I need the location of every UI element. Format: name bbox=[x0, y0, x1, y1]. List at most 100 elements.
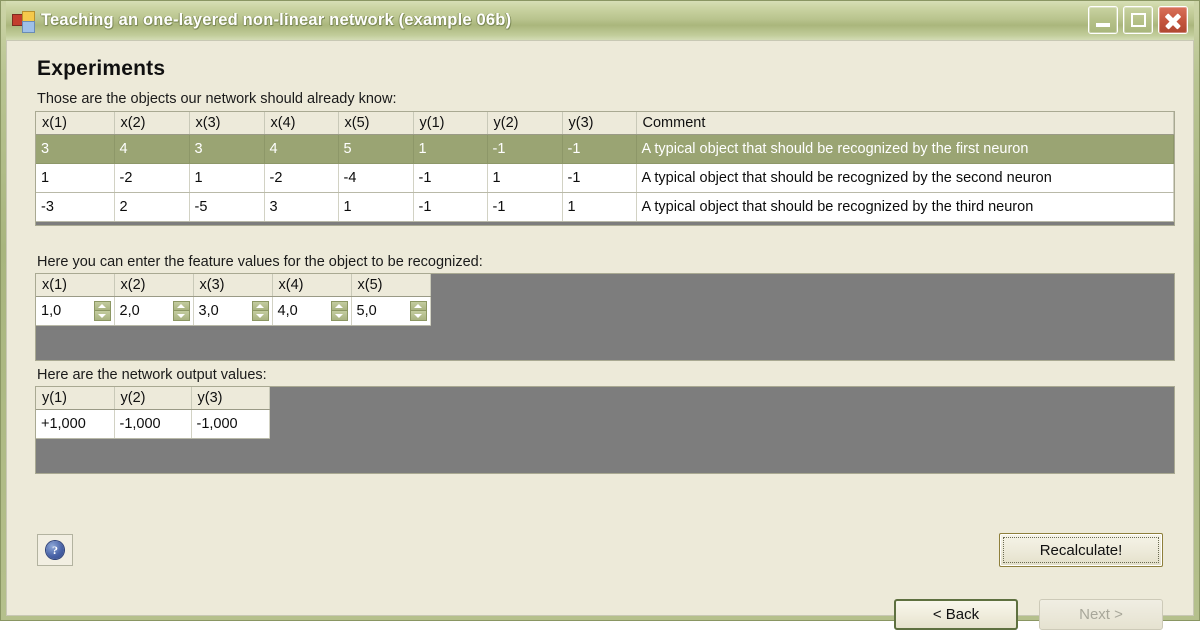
output-value-y2: -1,000 bbox=[114, 409, 192, 439]
table-row[interactable]: 1 -2 1 -2 -4 -1 1 -1 A typical object th… bbox=[36, 163, 1174, 193]
next-button: Next > bbox=[1039, 599, 1163, 630]
column-header[interactable]: x(1) bbox=[36, 112, 115, 135]
cell-x4: -2 bbox=[264, 163, 339, 193]
column-header[interactable]: x(2) bbox=[114, 112, 190, 135]
spinner-x4[interactable] bbox=[330, 301, 348, 321]
column-header[interactable]: x(1) bbox=[36, 274, 115, 297]
known-objects-label: Those are the objects our network should… bbox=[37, 91, 397, 107]
feature-input-x2[interactable]: 2,0 bbox=[114, 296, 194, 326]
column-header[interactable]: y(3) bbox=[562, 112, 637, 135]
cell-x5: 5 bbox=[338, 134, 414, 164]
cell-x5: 1 bbox=[338, 192, 414, 222]
title-bar[interactable]: Teaching an one-layered non-linear netwo… bbox=[6, 1, 1194, 40]
cell-x5: -4 bbox=[338, 163, 414, 193]
next-button-label: Next > bbox=[1079, 606, 1123, 623]
column-header[interactable]: x(4) bbox=[272, 274, 352, 297]
feature-value-x2: 2,0 bbox=[119, 303, 140, 319]
cell-x1: 1 bbox=[36, 163, 115, 193]
table-row[interactable]: +1,000 -1,000 -1,000 bbox=[36, 409, 270, 439]
table-header-row: y(1) y(2) y(3) bbox=[36, 387, 270, 410]
column-header[interactable]: y(2) bbox=[487, 112, 563, 135]
cell-x1: -3 bbox=[36, 192, 115, 222]
cell-y1: -1 bbox=[413, 163, 488, 193]
spinner-down-icon[interactable] bbox=[330, 311, 348, 321]
feature-values-table: x(1) x(2) x(3) x(4) x(5) 1,0 2,0 3,0 4,0… bbox=[36, 274, 431, 326]
spinner-up-icon[interactable] bbox=[330, 301, 348, 311]
maximize-icon bbox=[1131, 13, 1146, 27]
cell-y3: -1 bbox=[562, 134, 637, 164]
spinner-up-icon[interactable] bbox=[251, 301, 269, 311]
column-header[interactable]: y(2) bbox=[114, 387, 192, 410]
cell-comment: A typical object that should be recogniz… bbox=[636, 163, 1174, 193]
recalculate-button[interactable]: Recalculate! bbox=[999, 533, 1163, 567]
spinner-up-icon[interactable] bbox=[93, 301, 111, 311]
help-button[interactable]: ? bbox=[37, 534, 73, 566]
table-row[interactable]: 1,0 2,0 3,0 4,0 5,0 bbox=[36, 296, 431, 326]
cell-y1: -1 bbox=[413, 192, 488, 222]
output-values-grid[interactable]: y(1) y(2) y(3) +1,000 -1,000 -1,000 bbox=[35, 386, 1175, 474]
table-row[interactable]: 3 4 3 4 5 1 -1 -1 A typical object that … bbox=[36, 134, 1174, 164]
maximize-button[interactable] bbox=[1123, 6, 1153, 34]
column-header[interactable]: x(5) bbox=[351, 274, 431, 297]
column-header[interactable]: x(5) bbox=[338, 112, 414, 135]
spinner-down-icon[interactable] bbox=[93, 311, 111, 321]
spinner-down-icon[interactable] bbox=[172, 311, 190, 321]
column-header[interactable]: y(1) bbox=[36, 387, 115, 410]
spinner-down-icon[interactable] bbox=[251, 311, 269, 321]
page-title: Experiments bbox=[37, 57, 166, 80]
close-icon bbox=[1159, 7, 1187, 33]
feature-input-x3[interactable]: 3,0 bbox=[193, 296, 273, 326]
close-button[interactable] bbox=[1158, 6, 1188, 34]
cell-x4: 4 bbox=[264, 134, 339, 164]
cell-x3: 1 bbox=[189, 163, 265, 193]
feature-value-x1: 1,0 bbox=[41, 303, 62, 319]
table-header-row: x(1) x(2) x(3) x(4) x(5) y(1) y(2) y(3) … bbox=[36, 112, 1174, 135]
feature-values-grid[interactable]: x(1) x(2) x(3) x(4) x(5) 1,0 2,0 3,0 4,0… bbox=[35, 273, 1175, 361]
back-button-label: < Back bbox=[932, 606, 980, 623]
output-value-y1: +1,000 bbox=[36, 409, 115, 439]
cell-x3: 3 bbox=[189, 134, 265, 164]
known-objects-grid[interactable]: x(1) x(2) x(3) x(4) x(5) y(1) y(2) y(3) … bbox=[35, 111, 1175, 226]
minimize-button[interactable] bbox=[1088, 6, 1118, 34]
cell-x1: 3 bbox=[36, 134, 115, 164]
spinner-up-icon[interactable] bbox=[409, 301, 427, 311]
cell-y3: -1 bbox=[562, 163, 637, 193]
column-header[interactable]: y(1) bbox=[413, 112, 488, 135]
cell-y2: 1 bbox=[487, 163, 563, 193]
feature-input-x4[interactable]: 4,0 bbox=[272, 296, 352, 326]
cell-x2: 4 bbox=[114, 134, 190, 164]
column-header[interactable]: x(2) bbox=[114, 274, 194, 297]
column-header[interactable]: x(4) bbox=[264, 112, 339, 135]
spinner-x2[interactable] bbox=[172, 301, 190, 321]
cell-x4: 3 bbox=[264, 192, 339, 222]
feature-value-x4: 4,0 bbox=[277, 303, 298, 319]
help-question-icon: ? bbox=[46, 541, 64, 559]
cell-comment: A typical object that should be recogniz… bbox=[636, 192, 1174, 222]
feature-value-x5: 5,0 bbox=[356, 303, 377, 319]
back-button[interactable]: < Back bbox=[894, 599, 1018, 630]
client-area: Experiments Those are the objects our ne… bbox=[6, 40, 1194, 630]
known-objects-table: x(1) x(2) x(3) x(4) x(5) y(1) y(2) y(3) … bbox=[36, 112, 1174, 222]
cell-x3: -5 bbox=[189, 192, 265, 222]
spinner-up-icon[interactable] bbox=[172, 301, 190, 311]
column-header[interactable]: Comment bbox=[636, 112, 1174, 135]
output-values-table: y(1) y(2) y(3) +1,000 -1,000 -1,000 bbox=[36, 387, 270, 439]
output-value-y3: -1,000 bbox=[191, 409, 270, 439]
column-header[interactable]: x(3) bbox=[193, 274, 273, 297]
cell-x2: -2 bbox=[114, 163, 190, 193]
spinner-x1[interactable] bbox=[93, 301, 111, 321]
cell-y3: 1 bbox=[562, 192, 637, 222]
spinner-x5[interactable] bbox=[409, 301, 427, 321]
minimize-icon bbox=[1096, 23, 1110, 27]
column-header[interactable]: y(3) bbox=[191, 387, 270, 410]
output-values-label: Here are the network output values: bbox=[37, 367, 267, 383]
feature-values-label: Here you can enter the feature values fo… bbox=[37, 254, 483, 270]
feature-input-x5[interactable]: 5,0 bbox=[351, 296, 431, 326]
cell-y2: -1 bbox=[487, 192, 563, 222]
feature-value-x3: 3,0 bbox=[198, 303, 219, 319]
feature-input-x1[interactable]: 1,0 bbox=[36, 296, 115, 326]
spinner-down-icon[interactable] bbox=[409, 311, 427, 321]
spinner-x3[interactable] bbox=[251, 301, 269, 321]
column-header[interactable]: x(3) bbox=[189, 112, 265, 135]
table-row[interactable]: -3 2 -5 3 1 -1 -1 1 A typical object tha… bbox=[36, 192, 1174, 222]
